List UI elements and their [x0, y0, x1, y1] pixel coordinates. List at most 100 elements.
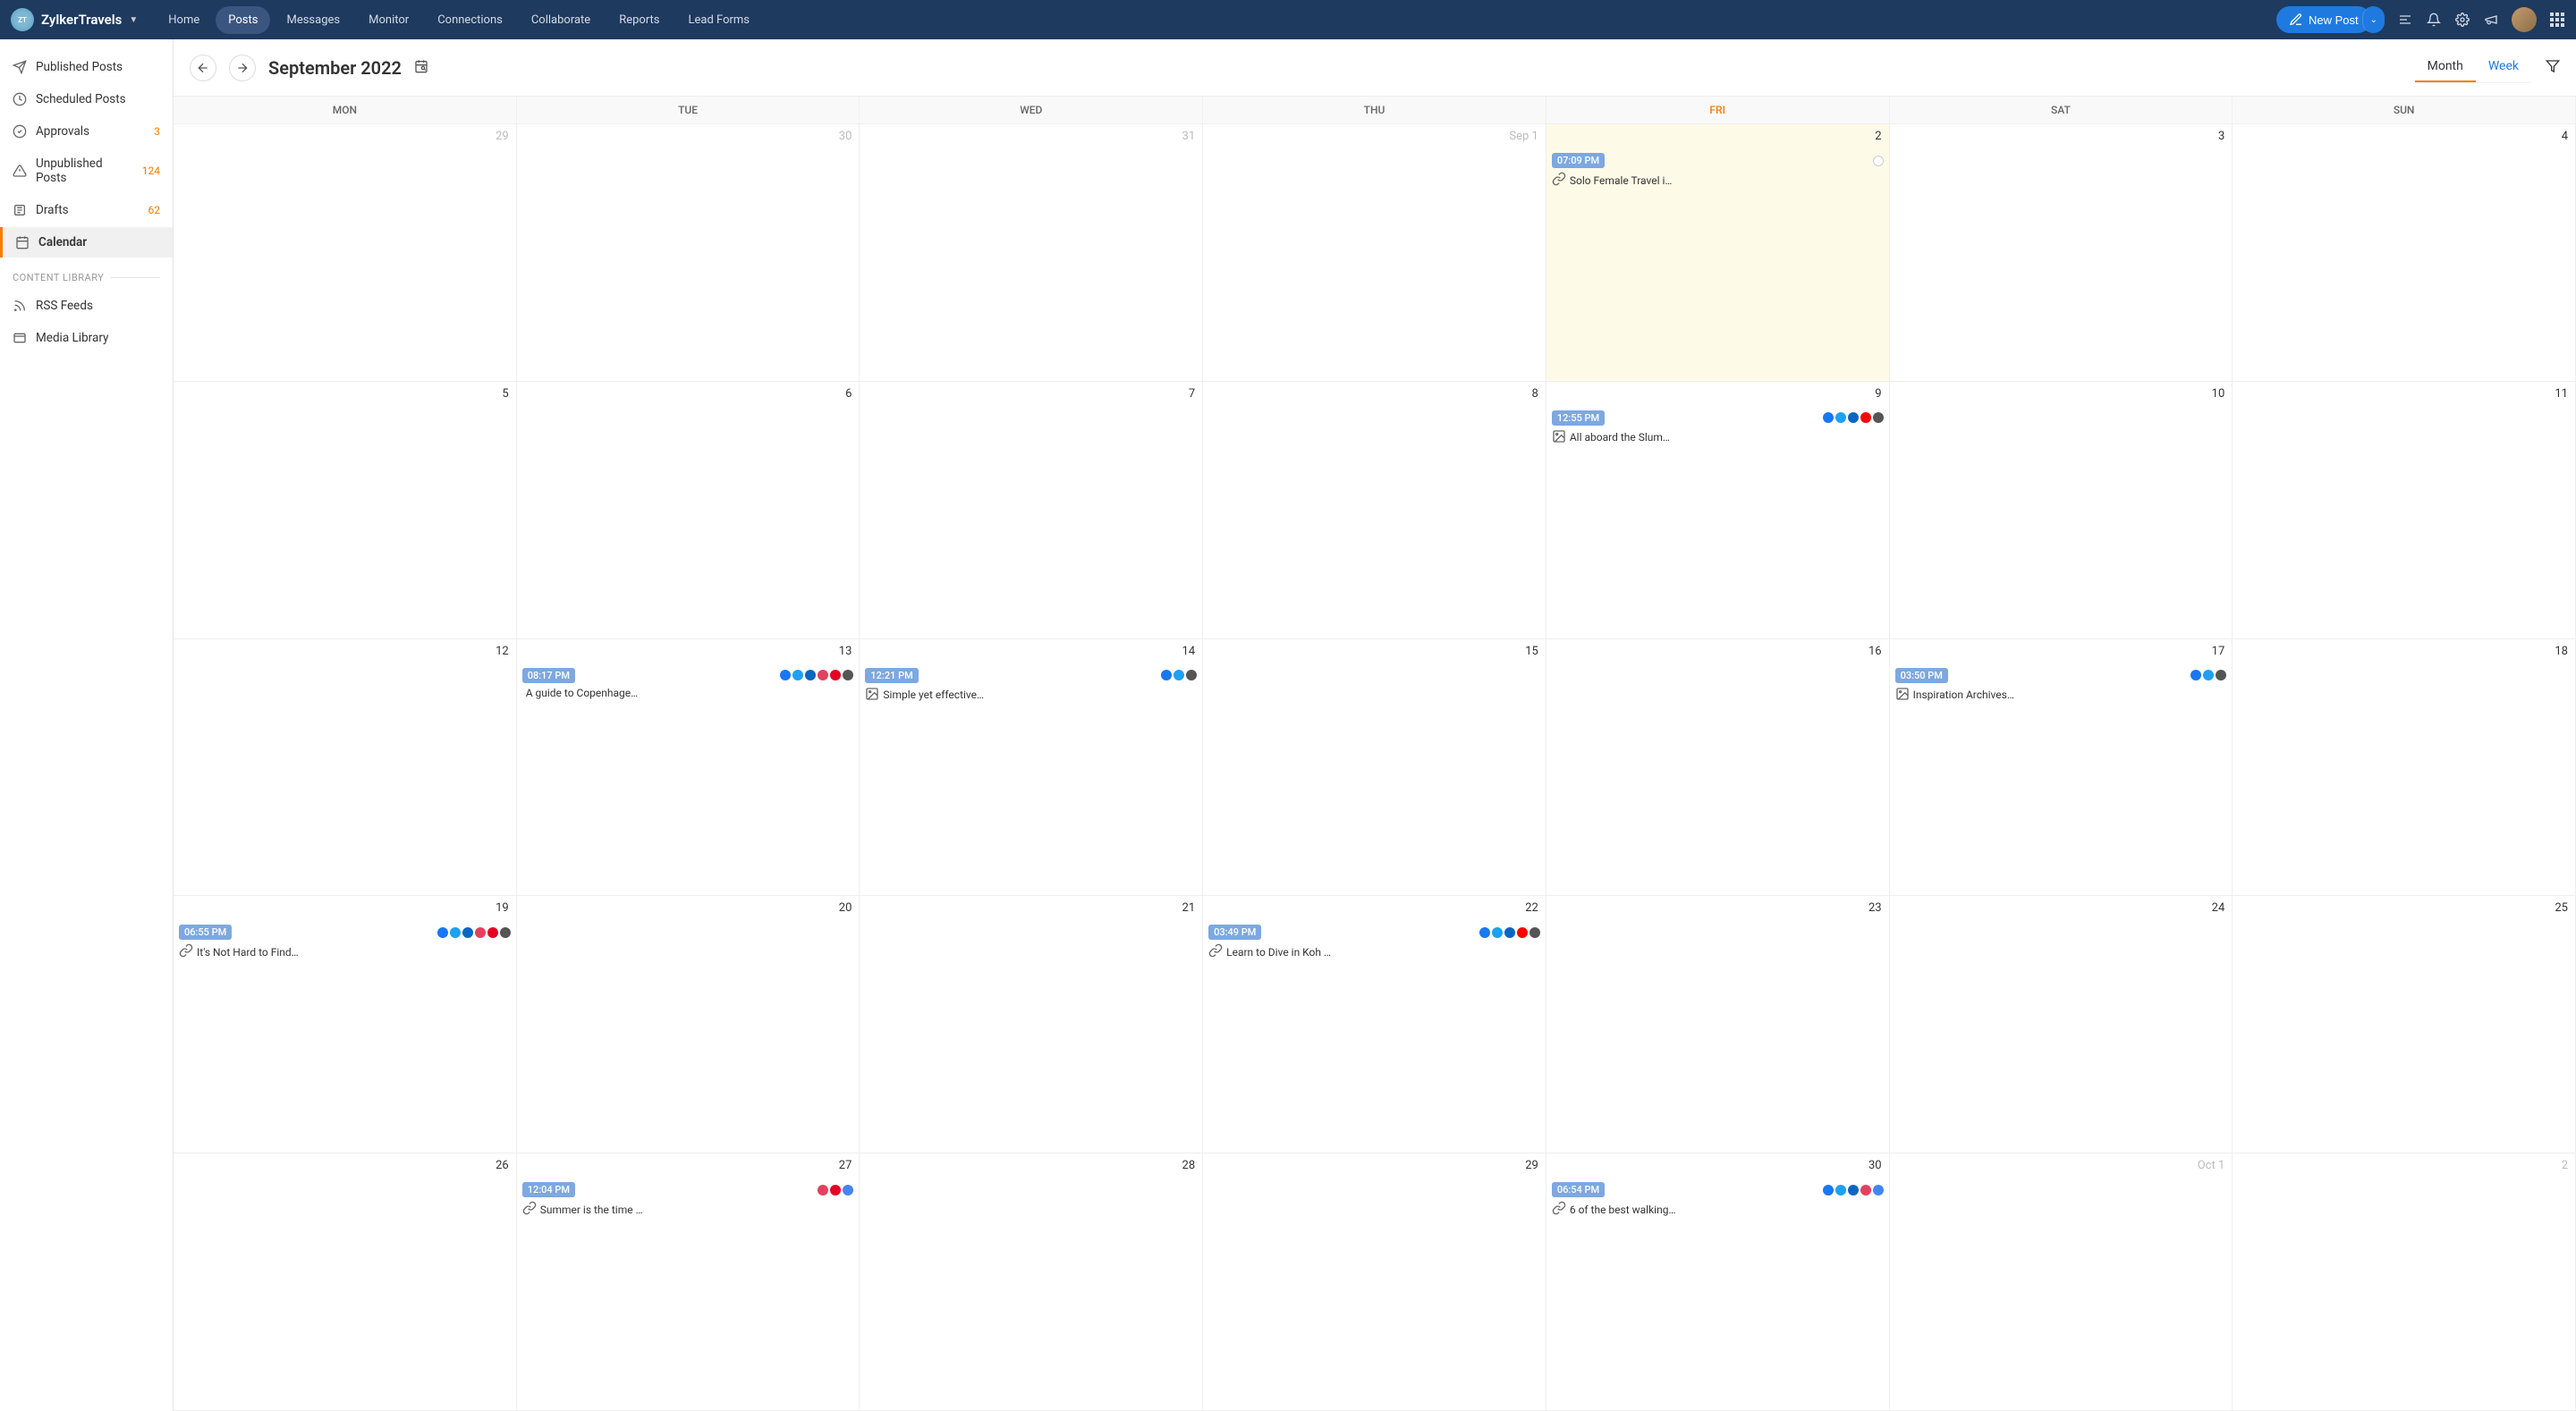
apps-icon[interactable] — [2549, 12, 2565, 28]
calendar-event[interactable]: 12:21 PM Simple yet effective… — [865, 668, 1197, 704]
calendar-cell[interactable]: 18 — [2233, 639, 2576, 896]
gear-icon[interactable] — [2454, 12, 2470, 28]
event-time: 03:50 PM — [1895, 668, 1948, 683]
calendar-cell[interactable]: 29 — [1203, 1153, 1546, 1410]
sidebar-item-drafts[interactable]: Drafts62 — [0, 195, 173, 225]
new-post-button[interactable]: New Post — [2276, 6, 2371, 33]
calendar-cell[interactable]: 19 06:55 PM It's Not Hard to Find… — [174, 896, 517, 1153]
prev-month-button[interactable] — [190, 55, 216, 81]
calendar-event[interactable]: 06:55 PM It's Not Hard to Find… — [179, 925, 511, 960]
network-icon-tw — [1174, 670, 1184, 680]
calendar-event[interactable]: 08:17 PM A guide to Copenhage… — [522, 668, 854, 699]
megaphone-icon[interactable] — [2483, 12, 2499, 28]
calendar-cell[interactable]: 7 — [860, 382, 1203, 638]
header: ZT ZylkerTravels ▼ HomePostsMessagesMoni… — [0, 0, 2576, 39]
calendar-cell[interactable]: 27 12:04 PM Summer is the time … — [517, 1153, 860, 1410]
calendar-cell[interactable]: 5 — [174, 382, 517, 638]
nav-item-messages[interactable]: Messages — [274, 6, 352, 34]
view-tab-week[interactable]: Week — [2476, 52, 2531, 82]
nav-item-connections[interactable]: Connections — [425, 6, 515, 34]
nav-item-reports[interactable]: Reports — [606, 6, 672, 34]
event-title: 6 of the best walking… — [1570, 1204, 1676, 1216]
network-icon-gb — [843, 1185, 853, 1196]
sidebar-item-approvals[interactable]: Approvals3 — [0, 116, 173, 147]
calendar-cell[interactable]: 30 06:54 PM 6 of the best walking… — [1546, 1153, 1890, 1410]
network-icon-ig — [818, 1185, 828, 1196]
calendar-date: 31 — [1182, 130, 1196, 143]
calendar-event[interactable]: 06:54 PM 6 of the best walking… — [1552, 1182, 1884, 1218]
calendar-cell[interactable]: 16 — [1546, 639, 1890, 896]
calendar-cell[interactable]: 11 — [2233, 382, 2576, 638]
sidebar-item-rss-feeds[interactable]: RSS Feeds — [0, 291, 173, 321]
calendar-cell[interactable]: 29 — [174, 124, 517, 381]
calendar-cell[interactable]: 2 — [2233, 1153, 2576, 1410]
calendar-cell[interactable]: 22 03:49 PM Learn to Dive in Koh … — [1203, 896, 1546, 1153]
calendar-cell[interactable]: 4 — [2233, 124, 2576, 381]
calendar-cell[interactable]: 9 12:55 PM All aboard the Slum… — [1546, 382, 1890, 638]
calendar-event[interactable]: 03:49 PM Learn to Dive in Koh … — [1208, 925, 1540, 960]
calendar-cell[interactable]: 30 — [517, 124, 860, 381]
network-icon-gb — [1873, 1185, 1884, 1196]
filter-icon[interactable] — [2546, 59, 2560, 77]
calendar-event[interactable]: 07:09 PM Solo Female Travel i… — [1552, 153, 1884, 189]
calendar-cell[interactable]: 12 — [174, 639, 517, 896]
link-icon — [179, 943, 193, 960]
calendar-cell[interactable]: 8 — [1203, 382, 1546, 638]
calendar-event[interactable]: 12:04 PM Summer is the time … — [522, 1182, 854, 1218]
rss-icon — [13, 299, 27, 313]
check-icon — [13, 124, 27, 139]
nav-item-collaborate[interactable]: Collaborate — [519, 6, 603, 34]
alert-icon — [13, 164, 27, 178]
sidebar: Published PostsScheduled PostsApprovals3… — [0, 39, 174, 1411]
event-networks — [1479, 927, 1540, 938]
sidebar-item-calendar[interactable]: Calendar — [0, 227, 173, 258]
calendar-cell[interactable]: 15 — [1203, 639, 1546, 896]
calendar-event[interactable]: 12:55 PM All aboard the Slum… — [1552, 410, 1884, 446]
calendar-body: 293031Sep 12 07:09 PM Solo Female Travel… — [174, 124, 2576, 1411]
sidebar-item-unpublished-posts[interactable]: Unpublished Posts124 — [0, 148, 173, 193]
calendar-cell[interactable]: Oct 1 — [1890, 1153, 2233, 1410]
event-networks — [780, 670, 853, 680]
network-icon-fb — [437, 927, 448, 938]
calendar-cell[interactable]: 25 — [2233, 896, 2576, 1153]
next-month-button[interactable] — [229, 55, 256, 81]
calendar-event[interactable]: 03:50 PM Inspiration Archives… — [1895, 668, 2227, 704]
brand-switcher[interactable]: ZT ZylkerTravels ▼ — [11, 8, 138, 31]
sidebar-section-header: CONTENT LIBRARY — [0, 259, 173, 289]
calendar-cell[interactable]: 13 08:17 PM A guide to Copenhage… — [517, 639, 860, 896]
calendar-cell[interactable]: 14 12:21 PM Simple yet effective… — [860, 639, 1203, 896]
view-tab-month[interactable]: Month — [2415, 52, 2476, 82]
network-icon-tk — [2216, 670, 2226, 680]
network-icon-li — [1848, 412, 1859, 423]
calendar-cell[interactable]: 20 — [517, 896, 860, 1153]
calendar-cell[interactable]: 26 — [174, 1153, 517, 1410]
bell-icon[interactable] — [2426, 12, 2442, 28]
event-networks — [2190, 670, 2226, 680]
nav-item-posts[interactable]: Posts — [216, 6, 270, 34]
sidebar-item-published-posts[interactable]: Published Posts — [0, 52, 173, 82]
nav-item-monitor[interactable]: Monitor — [356, 6, 421, 34]
calendar-cell[interactable]: 28 — [860, 1153, 1203, 1410]
sidebar-badge: 124 — [142, 165, 160, 177]
calendar-cell[interactable]: 31 — [860, 124, 1203, 381]
new-post-label: New Post — [2309, 13, 2359, 27]
sidebar-item-media-library[interactable]: Media Library — [0, 323, 173, 353]
calendar-cell[interactable]: 21 — [860, 896, 1203, 1153]
calendar-cell[interactable]: 6 — [517, 382, 860, 638]
event-title: Summer is the time … — [540, 1204, 643, 1216]
calendar-cell[interactable]: 17 03:50 PM Inspiration Archives… — [1890, 639, 2233, 896]
calendar-cell[interactable]: 23 — [1546, 896, 1890, 1153]
calendar-cell[interactable]: 3 — [1890, 124, 2233, 381]
sidebar-item-scheduled-posts[interactable]: Scheduled Posts — [0, 84, 173, 114]
avatar[interactable] — [2512, 7, 2537, 32]
nav-item-home[interactable]: Home — [156, 6, 212, 34]
calendar-row: 1213 08:17 PM A guide to Copenhage… 14 1… — [174, 639, 2576, 897]
new-post-dropdown[interactable]: ⌄ — [2362, 6, 2385, 33]
calendar-cell[interactable]: Sep 1 — [1203, 124, 1546, 381]
calendar-cell[interactable]: 10 — [1890, 382, 2233, 638]
list-icon[interactable] — [2397, 12, 2413, 28]
nav-item-lead-forms[interactable]: Lead Forms — [676, 6, 763, 34]
calendar-cell[interactable]: 24 — [1890, 896, 2233, 1153]
calendar-search-icon[interactable] — [414, 59, 428, 77]
calendar-cell[interactable]: 2 07:09 PM Solo Female Travel i… — [1546, 124, 1890, 381]
